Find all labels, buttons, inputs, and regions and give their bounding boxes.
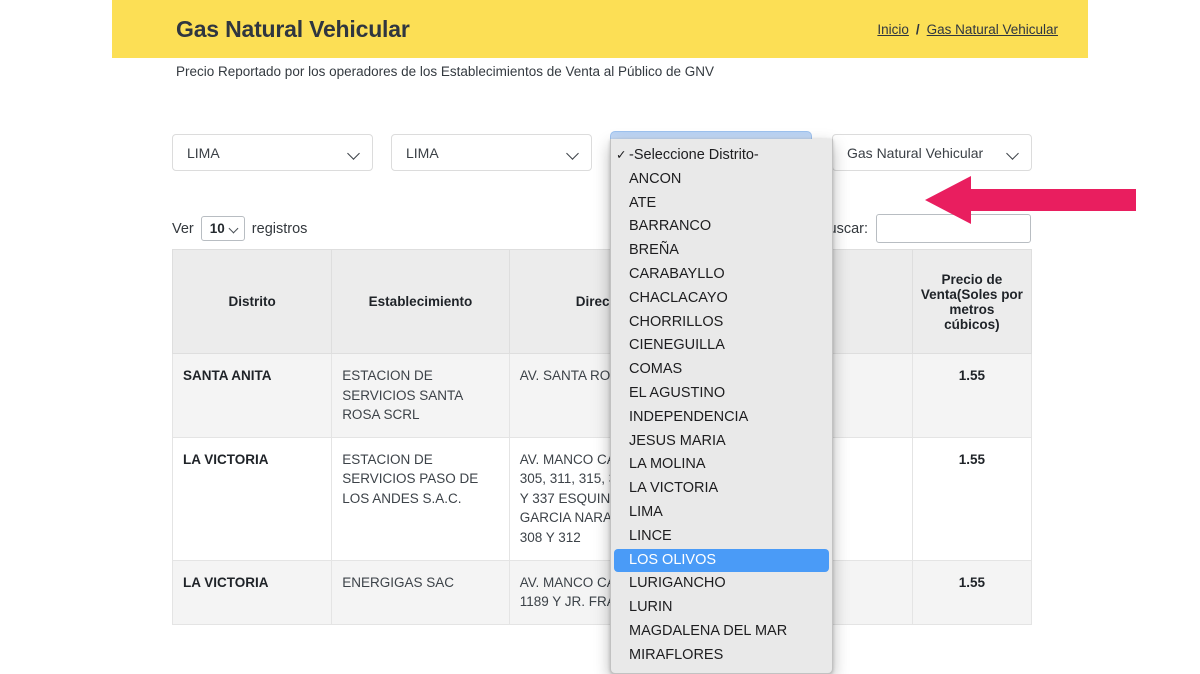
distrito-dropdown-list[interactable]: -Seleccione Distrito-ANCONATEBARRANCOBRE… xyxy=(610,139,833,674)
dropdown-option[interactable]: COMAS xyxy=(611,358,832,382)
table-body: SANTA ANITA ESTACION DE SERVICIOS SANTA … xyxy=(171,353,1033,625)
dropdown-option[interactable]: MIRAFLORES xyxy=(611,644,832,668)
dropdown-option[interactable]: ATE xyxy=(611,192,832,216)
dropdown-option[interactable]: EL AGUSTINO xyxy=(611,382,832,406)
dropdown-option[interactable]: LURIN xyxy=(611,596,832,620)
ver-label: Ver xyxy=(172,220,194,237)
dropdown-option[interactable]: ANCON xyxy=(611,168,832,192)
cell-distrito: LA VICTORIA xyxy=(171,559,333,625)
dropdown-option[interactable]: BARRANCO xyxy=(611,215,832,239)
dropdown-option[interactable]: PACHACAMAC xyxy=(611,668,832,673)
page-size-value: 10 xyxy=(209,221,225,236)
page-root: Gas Natural Vehicular Inicio / Gas Natur… xyxy=(0,0,1200,674)
breadcrumb-separator: / xyxy=(915,21,920,37)
dropdown-option[interactable]: MAGDALENA DEL MAR xyxy=(611,620,832,644)
column-header-distrito[interactable]: Distrito xyxy=(171,249,333,354)
cell-precio: 1.55 xyxy=(911,353,1033,438)
departamento-select[interactable]: LIMA xyxy=(172,134,373,171)
breadcrumb: Inicio / Gas Natural Vehicular xyxy=(877,22,1058,37)
page-subtitle: Precio Reportado por los operadores de l… xyxy=(176,64,715,79)
dropdown-option[interactable]: CIENEGUILLA xyxy=(611,334,832,358)
table-head: Distrito Establecimiento Dirección Preci… xyxy=(171,249,1033,354)
breadcrumb-current-link[interactable]: Gas Natural Vehicular xyxy=(927,22,1058,37)
dropdown-option[interactable]: INDEPENDENCIA xyxy=(611,406,832,430)
dropdown-option[interactable]: CHORRILLOS xyxy=(611,311,832,335)
dropdown-option[interactable]: LA VICTORIA xyxy=(611,477,832,501)
cell-precio: 1.55 xyxy=(911,436,1033,561)
dropdown-option[interactable]: LIMA xyxy=(611,501,832,525)
table-row: LA VICTORIA ESTACION DE SERVICIOS PASO D… xyxy=(171,436,1033,561)
chevron-down-icon xyxy=(348,147,360,159)
registros-label: registros xyxy=(251,220,308,237)
producto-select[interactable]: Gas Natural Vehicular xyxy=(832,134,1032,171)
chevron-down-icon xyxy=(1007,147,1019,159)
provincia-select[interactable]: LIMA xyxy=(391,134,592,171)
column-header-precio[interactable]: Precio de Venta(Soles por metros cúbicos… xyxy=(911,249,1033,354)
gnv-price-table: Distrito Establecimiento Dirección Preci… xyxy=(171,249,1033,625)
page-header-band: Gas Natural Vehicular Inicio / Gas Natur… xyxy=(112,0,1088,58)
dropdown-option[interactable]: LOS OLIVOS xyxy=(614,548,829,573)
table-header-row: Distrito Establecimiento Dirección Preci… xyxy=(171,249,1033,354)
cell-distrito: SANTA ANITA xyxy=(171,353,333,438)
page-title: Gas Natural Vehicular xyxy=(176,15,410,42)
cell-establecimiento: ESTACION DE SERVICIOS PASO DE LOS ANDES … xyxy=(331,436,510,561)
dropdown-option[interactable]: CHACLACAYO xyxy=(611,287,832,311)
dropdown-option[interactable]: JESUS MARIA xyxy=(611,430,832,454)
table-row: SANTA ANITA ESTACION DE SERVICIOS SANTA … xyxy=(171,353,1033,438)
dropdown-option[interactable]: CARABAYLLO xyxy=(611,263,832,287)
page-size-select[interactable]: 10 xyxy=(200,216,245,241)
dropdown-option[interactable]: LINCE xyxy=(611,525,832,549)
page-size-control: Ver 10 registros xyxy=(172,216,307,241)
filter-bar: LIMA LIMA -Seleccione Distrito- Gas Natu… xyxy=(172,134,1032,172)
table-row: LA VICTORIA ENERGIGAS SAC AV. MANCO CAPA… xyxy=(171,559,1033,625)
departamento-select-value: LIMA xyxy=(187,144,220,161)
dropdown-option[interactable]: -Seleccione Distrito- xyxy=(611,144,832,168)
column-header-establecimiento[interactable]: Establecimiento xyxy=(331,249,510,354)
cell-distrito: LA VICTORIA xyxy=(171,436,333,561)
cell-establecimiento: ENERGIGAS SAC xyxy=(331,559,510,625)
breadcrumb-home-link[interactable]: Inicio xyxy=(877,22,909,37)
dropdown-option[interactable]: LA MOLINA xyxy=(611,453,832,477)
chevron-down-icon xyxy=(567,147,579,159)
annotation-arrow xyxy=(925,176,1136,224)
producto-select-value: Gas Natural Vehicular xyxy=(847,144,984,161)
chevron-down-icon xyxy=(230,224,239,233)
cell-precio: 1.55 xyxy=(911,559,1033,625)
provincia-select-value: LIMA xyxy=(406,144,439,161)
cell-establecimiento: ESTACION DE SERVICIOS SANTA ROSA SCRL xyxy=(331,353,510,438)
dropdown-option[interactable]: BREÑA xyxy=(611,239,832,263)
dropdown-option[interactable]: LURIGANCHO xyxy=(611,572,832,596)
